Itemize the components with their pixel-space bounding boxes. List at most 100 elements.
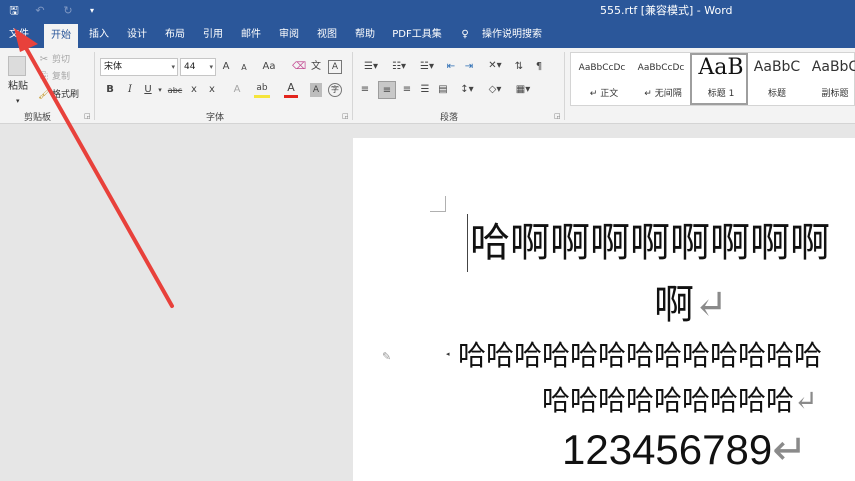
paragraph-mark-icon: ↵ (644, 89, 652, 99)
ribbon: 粘贴 ▾ ✂ 剪切 ⎘ 复制 🖌 格式刷 剪贴板 ◲ 宋体 ▾ 44 ▾ A A… (0, 48, 855, 124)
tab-help[interactable]: 帮助 (350, 22, 380, 48)
styles-gallery: AaBbCcDc ↵ 正文 AaBbCcDc ↵ 无间隔 AaB 标题 1 Aa… (570, 52, 855, 106)
font-size-combo[interactable]: 44 ▾ (180, 58, 216, 76)
paste-icon[interactable] (8, 56, 26, 76)
document-line[interactable]: 哈哈哈哈哈哈哈哈哈哈哈哈哈 (458, 336, 822, 376)
paste-button[interactable]: 粘贴 (8, 80, 28, 94)
tab-file[interactable]: 文件 (4, 22, 34, 48)
format-painter-button[interactable]: 格式刷 (52, 88, 79, 102)
highlight-color-bar (254, 95, 270, 98)
borders-icon[interactable]: ▦▾ (512, 83, 534, 97)
font-launcher-icon[interactable]: ◲ (342, 112, 349, 120)
superscript-button[interactable]: x (206, 83, 218, 97)
subscript-button[interactable]: x (188, 83, 200, 97)
style-heading-1[interactable]: AaB 标题 1 (690, 53, 748, 105)
change-case-icon[interactable]: Aa (258, 60, 280, 74)
style-name: 副标题 (821, 89, 849, 99)
document-line[interactable]: 啊↵ (654, 276, 728, 334)
divider (564, 52, 565, 120)
tab-home[interactable]: 开始 (44, 24, 78, 48)
style-normal[interactable]: AaBbCcDc ↵ 正文 (573, 53, 631, 105)
style-preview: AaB (698, 55, 744, 80)
line-spacing-icon[interactable]: ↕▾ (456, 83, 478, 97)
chevron-down-icon[interactable]: ▾ (171, 59, 175, 75)
bullets-icon[interactable]: ☰▾ (360, 60, 382, 74)
numbering-icon[interactable]: ☷▾ (388, 60, 410, 74)
align-right-icon[interactable]: ≡ (400, 83, 414, 97)
document-line[interactable]: 哈啊啊啊啊啊啊啊啊 (470, 214, 830, 272)
tab-view[interactable]: 视图 (312, 22, 342, 48)
tab-layout[interactable]: 布局 (160, 22, 190, 48)
tab-review[interactable]: 审阅 (274, 22, 304, 48)
char-shading-icon[interactable]: A (310, 83, 322, 97)
tab-pdf-tools[interactable]: PDF工具集 (388, 22, 446, 48)
underline-button[interactable]: U (142, 83, 154, 97)
strikethrough-button[interactable]: abc (166, 84, 184, 98)
paragraph-launcher-icon[interactable]: ◲ (554, 112, 561, 120)
clipboard-launcher-icon[interactable]: ◲ (84, 112, 91, 120)
paste-dropdown-icon[interactable]: ▾ (16, 94, 20, 108)
sort-icon[interactable]: ⇅ (512, 60, 526, 74)
cut-button[interactable]: 剪切 (52, 53, 70, 67)
style-name: 标题 1 (707, 89, 735, 99)
tab-insert[interactable]: 插入 (84, 22, 114, 48)
divider (352, 52, 353, 120)
paragraph-handle-icon: ◂ (446, 350, 450, 358)
chevron-down-icon[interactable]: ▾ (209, 59, 213, 75)
margin-corner-mark (430, 196, 446, 212)
shading-icon[interactable]: ◇▾ (484, 83, 506, 97)
paragraph-mark: ↵ (772, 426, 808, 473)
document-line[interactable]: 哈哈哈哈哈哈哈哈哈↵ (542, 381, 817, 421)
phonetic-guide-icon[interactable]: 文 (310, 60, 322, 74)
paragraph-mark: ↵ (794, 384, 818, 417)
font-name-value: 宋体 (104, 62, 123, 72)
show-formatting-icon[interactable]: ¶ (532, 60, 546, 74)
undo-icon[interactable]: ↶ (32, 3, 48, 19)
window-title: 555.rtf [兼容模式] - Word (600, 4, 733, 17)
text-effects-icon[interactable]: A (230, 83, 244, 97)
format-painter-icon: 🖌 (38, 89, 51, 100)
customize-icon[interactable]: ▾ (86, 3, 98, 19)
pen-icon: ✎ (382, 350, 392, 363)
title-bar: 🖫 ↶ ↻ ▾ 555.rtf [兼容模式] - Word (0, 0, 855, 22)
distributed-icon[interactable]: ▤ (436, 83, 450, 97)
style-preview: AaBbCcDc (637, 63, 685, 73)
text-cursor (467, 214, 468, 272)
copy-button[interactable]: 复制 (52, 70, 70, 84)
italic-button[interactable]: I (124, 83, 136, 97)
style-name: 正文 (600, 89, 619, 99)
style-title[interactable]: AaBbC 标题 (748, 53, 806, 105)
document-line[interactable]: 123456789↵ (562, 424, 807, 476)
grow-font-icon[interactable]: A (220, 60, 232, 74)
font-name-combo[interactable]: 宋体 ▾ (100, 58, 178, 76)
scissors-icon: ✂ (39, 54, 49, 65)
redo-icon[interactable]: ↻ (60, 3, 76, 19)
shrink-font-icon[interactable]: A (238, 61, 250, 75)
justify-icon[interactable]: ☰ (418, 83, 432, 97)
style-no-spacing[interactable]: AaBbCcDc ↵ 无间隔 (632, 53, 690, 105)
increase-indent-icon[interactable]: ⇥ (462, 60, 476, 74)
font-color-button[interactable]: A (284, 81, 298, 95)
divider (94, 52, 95, 120)
chinese-layout-icon[interactable]: ✕▾ (484, 59, 506, 73)
decrease-indent-icon[interactable]: ⇤ (444, 60, 458, 74)
save-icon[interactable]: 🖫 (6, 3, 22, 19)
highlight-color-button[interactable]: ab (254, 81, 270, 95)
tab-references[interactable]: 引用 (198, 22, 228, 48)
multilevel-list-icon[interactable]: ☱▾ (416, 60, 438, 74)
font-group-label: 字体 (206, 113, 225, 123)
lightbulb-icon: ♀ (461, 29, 469, 40)
tell-me-search[interactable]: 操作说明搜索 (478, 22, 546, 48)
tab-design[interactable]: 设计 (122, 22, 152, 48)
char-border-icon[interactable]: A (328, 60, 342, 74)
chevron-down-icon[interactable]: ▾ (156, 83, 164, 97)
paragraph-group-label: 段落 (440, 113, 459, 123)
enclose-char-icon[interactable]: 字 (328, 83, 342, 97)
align-left-icon[interactable]: ≡ (358, 83, 372, 97)
bold-button[interactable]: B (104, 83, 116, 97)
align-center-icon[interactable]: ≡ (378, 81, 396, 99)
font-color-bar (284, 95, 298, 98)
clear-format-icon[interactable]: ⌫ (292, 60, 306, 74)
tab-mailings[interactable]: 邮件 (236, 22, 266, 48)
style-subtitle[interactable]: AaBbC 副标题 (806, 53, 855, 105)
